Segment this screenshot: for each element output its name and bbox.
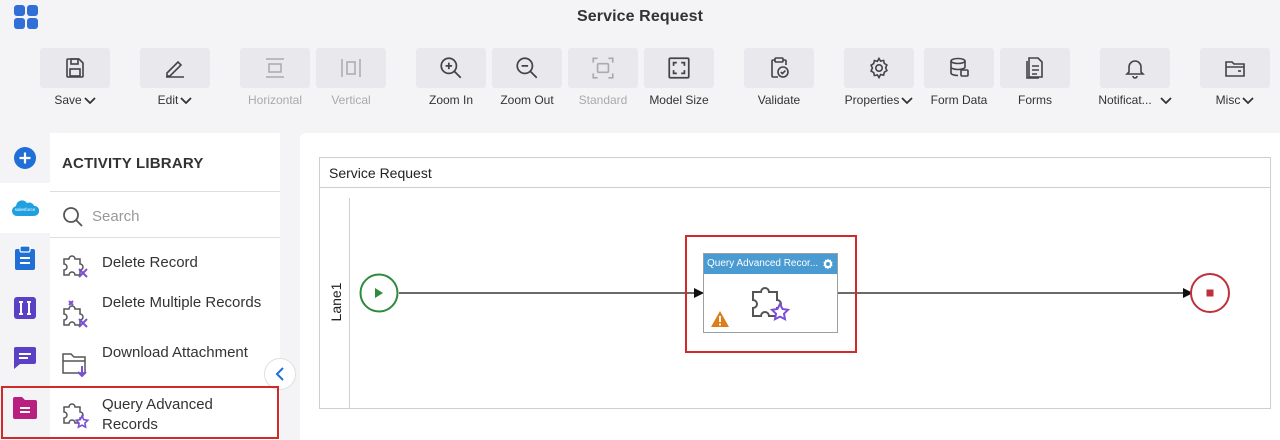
- standard-size-icon: [592, 57, 614, 79]
- edit-button[interactable]: Edit: [140, 48, 210, 108]
- save-label: Save: [54, 93, 82, 107]
- search-icon: [63, 207, 83, 227]
- horizontal-layout-icon: [266, 58, 284, 78]
- database-icon: [950, 57, 969, 77]
- highlight-box: [685, 235, 857, 353]
- chevron-down-icon: [180, 97, 192, 105]
- forms-button[interactable]: Forms: [1000, 48, 1070, 108]
- rail-messages[interactable]: [0, 333, 50, 383]
- save-button[interactable]: Save: [40, 48, 110, 108]
- pool-title: Service Request: [329, 165, 432, 181]
- stop-icon: [1206, 289, 1214, 297]
- bell-icon: [1125, 60, 1145, 79]
- download-attachment-icon: [62, 353, 87, 378]
- validate-icon: [771, 57, 789, 78]
- model-size-label: Model Size: [649, 93, 709, 107]
- chat-icon: [14, 347, 36, 369]
- pencil-icon: [166, 60, 184, 78]
- rail-add[interactable]: [0, 133, 50, 183]
- end-event[interactable]: [1189, 272, 1233, 316]
- zoom-out-icon: [516, 57, 538, 79]
- model-size-button[interactable]: Model Size: [644, 48, 714, 108]
- save-icon: [66, 58, 84, 78]
- lane-header[interactable]: Lane1: [320, 198, 350, 408]
- integration-icon: [14, 297, 36, 319]
- library-item-label: Download Attachment: [102, 344, 248, 361]
- highlight-box: [1, 386, 279, 439]
- add-circle-icon: [14, 147, 36, 169]
- salesforce-cloud-icon: salesforce: [12, 200, 39, 216]
- lane-label: Lane1: [328, 282, 344, 322]
- misc-button[interactable]: Misc: [1200, 48, 1270, 108]
- forms-label: Forms: [1018, 93, 1052, 107]
- puzzle-delete-icon: [63, 255, 88, 278]
- library-item-delete-record[interactable]: Delete Record: [50, 238, 280, 288]
- validate-button[interactable]: Validate: [744, 48, 814, 108]
- search-input[interactable]: [92, 203, 272, 229]
- vertical-layout-icon: [341, 59, 361, 77]
- library-item-label: Delete Multiple Records: [102, 294, 262, 311]
- validate-label: Validate: [757, 93, 801, 107]
- svg-text:salesforce: salesforce: [15, 207, 36, 212]
- zoom-in-icon: [440, 57, 462, 79]
- library-item-download-attachment[interactable]: Download Attachment: [50, 338, 280, 388]
- library-title: ACTIVITY LIBRARY: [62, 155, 204, 172]
- rail-salesforce[interactable]: salesforce: [0, 183, 50, 233]
- chevron-down-icon: [1242, 97, 1254, 105]
- chevron-left-icon: [275, 367, 284, 381]
- vertical-button[interactable]: Vertical: [316, 48, 386, 108]
- rail-integration[interactable]: [0, 283, 50, 333]
- chevron-down-icon: [1160, 97, 1172, 105]
- vertical-label: Vertical: [331, 93, 371, 107]
- edit-label: Edit: [157, 93, 179, 107]
- clipboard-icon: [15, 245, 35, 270]
- library-item-delete-multiple-records[interactable]: Delete Multiple Records: [50, 288, 280, 338]
- misc-label: Misc: [1215, 93, 1241, 107]
- chevron-down-icon: [84, 97, 96, 105]
- properties-label: Properties: [844, 93, 900, 107]
- gear-icon: [870, 56, 888, 80]
- toolbar: Save Edit Horizontal Vertical Zoom In Zo…: [0, 38, 1280, 114]
- rail-tasks[interactable]: [0, 233, 50, 283]
- notifications-label: Notificat...: [1098, 93, 1152, 107]
- fit-screen-icon: [668, 57, 690, 79]
- notifications-button[interactable]: Notificat...: [1098, 48, 1172, 108]
- puzzle-delete-multiple-icon: [63, 300, 88, 328]
- start-event[interactable]: [358, 273, 400, 315]
- divider: [50, 191, 280, 192]
- forms-icon: [1026, 57, 1043, 79]
- title-bar: Service Request: [0, 0, 1280, 38]
- page-title: Service Request: [576, 8, 703, 25]
- pool-header: Service Request: [320, 158, 1270, 188]
- folder-icon: [1225, 61, 1245, 77]
- library-item-label: Delete Record: [102, 254, 198, 271]
